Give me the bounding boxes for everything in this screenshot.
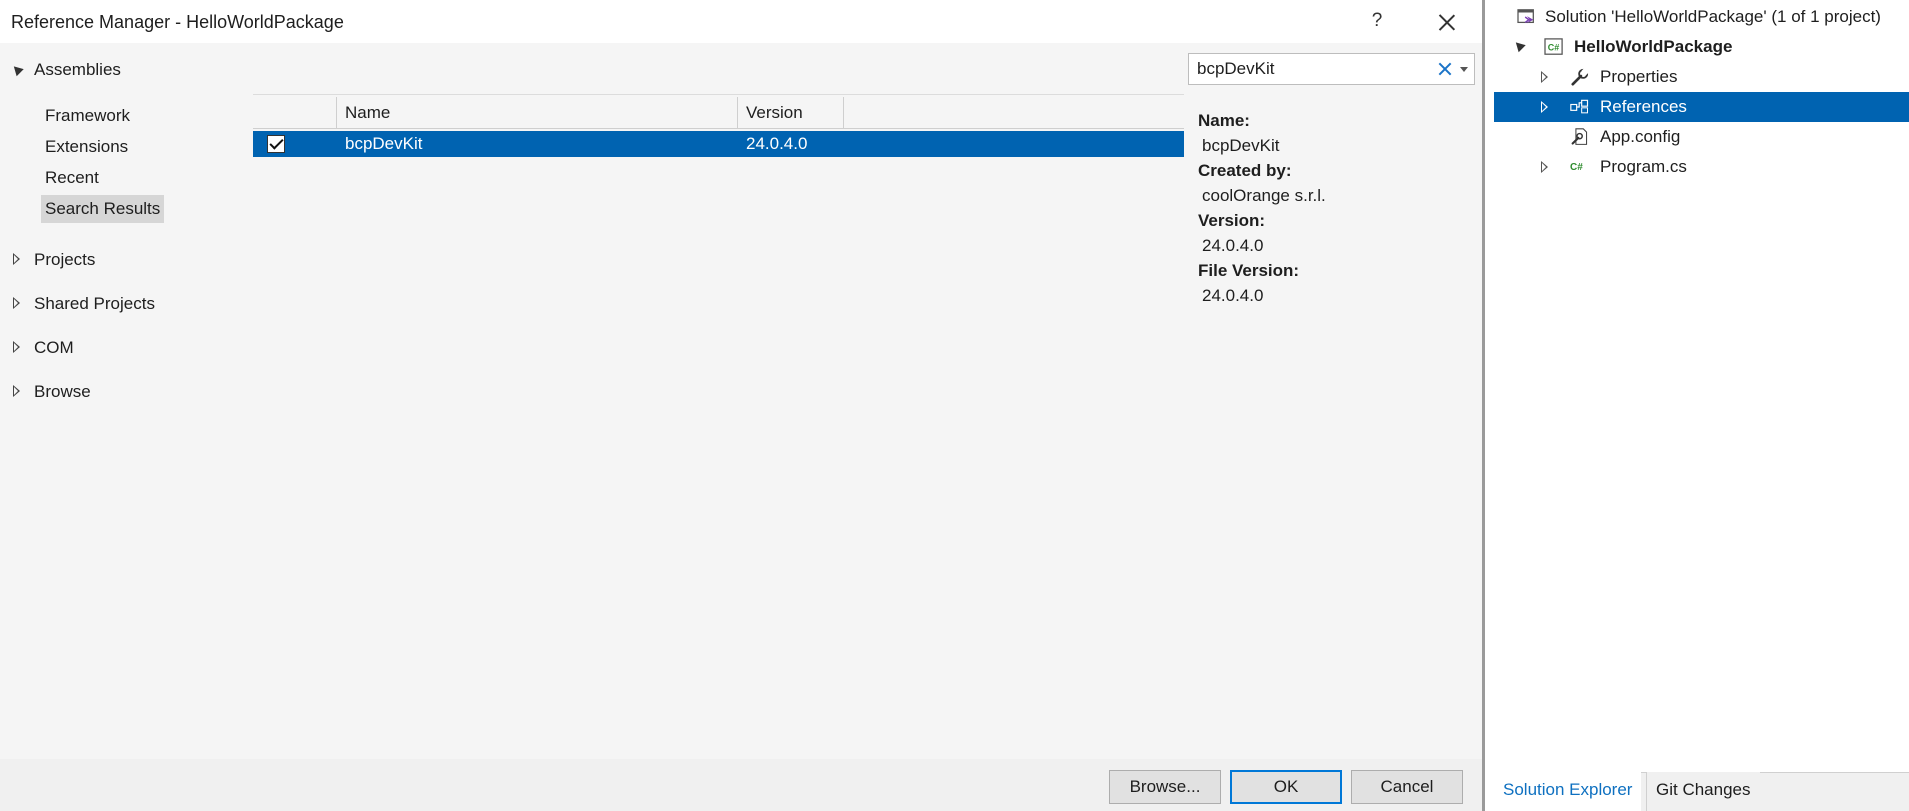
expanded-arrow-icon[interactable] bbox=[1512, 38, 1526, 53]
cancel-button[interactable]: Cancel bbox=[1351, 770, 1463, 804]
nav-item-recent[interactable]: Recent bbox=[41, 164, 103, 192]
row-name: bcpDevKit bbox=[345, 134, 423, 153]
detail-created-value: coolOrange s.r.l. bbox=[1202, 186, 1326, 205]
search-box[interactable] bbox=[1188, 53, 1475, 85]
nav-item-search-results[interactable]: Search Results bbox=[41, 195, 165, 223]
properties-label: Properties bbox=[1600, 67, 1678, 86]
references-label: References bbox=[1600, 97, 1687, 116]
config-file-icon bbox=[1571, 128, 1588, 145]
tree-item-project[interactable]: C# HelloWorldPackage bbox=[1494, 32, 1909, 62]
collapsed-arrow-icon[interactable] bbox=[13, 297, 20, 309]
dialog-title: Reference Manager - HelloWorldPackage bbox=[11, 12, 344, 32]
solution-label: Solution 'HelloWorldPackage' (1 of 1 pro… bbox=[1545, 7, 1881, 26]
table-row[interactable]: bcpDevKit 24.0.4.0 bbox=[253, 131, 1184, 157]
collapsed-arrow-icon[interactable] bbox=[13, 341, 20, 353]
project-label: HelloWorldPackage bbox=[1574, 37, 1733, 56]
chevron-down-icon[interactable] bbox=[1460, 67, 1468, 72]
collapsed-arrow-icon[interactable] bbox=[13, 253, 20, 265]
detail-file-version-value: 24.0.4.0 bbox=[1202, 286, 1264, 305]
dialog-titlebar: Reference Manager - HelloWorldPackage ? bbox=[0, 0, 1482, 43]
browse-button[interactable]: Browse... bbox=[1109, 770, 1221, 804]
column-header-version[interactable]: Version bbox=[738, 97, 844, 129]
solution-icon bbox=[1517, 9, 1534, 24]
program-cs-label: Program.cs bbox=[1600, 157, 1687, 176]
wrench-icon bbox=[1571, 68, 1590, 86]
collapsed-arrow-icon[interactable] bbox=[1541, 71, 1548, 83]
column-header-check[interactable] bbox=[253, 97, 337, 129]
tree-item-properties[interactable]: Properties bbox=[1494, 62, 1909, 92]
splitter-line bbox=[1482, 0, 1485, 811]
clear-icon[interactable] bbox=[1435, 59, 1455, 79]
nav-com-label: COM bbox=[34, 338, 74, 357]
nav-browse-label: Browse bbox=[34, 382, 91, 401]
row-version: 24.0.4.0 bbox=[746, 134, 808, 153]
nav-assemblies-label: Assemblies bbox=[34, 60, 121, 79]
reference-list[interactable]: Name Version bcpDevKit 24.0.4.0 bbox=[253, 94, 1184, 754]
app-config-label: App.config bbox=[1600, 127, 1681, 146]
row-checkbox[interactable] bbox=[267, 135, 285, 153]
nav-item-framework[interactable]: Framework bbox=[41, 102, 134, 130]
detail-file-version-label: File Version: bbox=[1198, 261, 1300, 280]
close-icon[interactable] bbox=[1430, 6, 1464, 36]
svg-text:C#: C# bbox=[1570, 162, 1583, 173]
ok-button[interactable]: OK bbox=[1230, 770, 1342, 804]
nav-shared-projects-label: Shared Projects bbox=[34, 294, 155, 313]
csharp-project-icon: C# bbox=[1544, 38, 1563, 55]
column-header-name[interactable]: Name bbox=[337, 97, 738, 129]
detail-name-value: bcpDevKit bbox=[1202, 136, 1280, 155]
tree-item-program-cs[interactable]: C# Program.cs bbox=[1494, 152, 1909, 182]
detail-name-label: Name: bbox=[1198, 111, 1250, 130]
tab-git-changes[interactable]: Git Changes bbox=[1646, 772, 1760, 811]
search-input[interactable] bbox=[1197, 58, 1417, 80]
nav-item-extensions[interactable]: Extensions bbox=[41, 133, 132, 161]
tab-solution-explorer[interactable]: Solution Explorer bbox=[1494, 772, 1642, 811]
tree-item-references[interactable]: References bbox=[1494, 92, 1909, 122]
collapsed-arrow-icon[interactable] bbox=[1541, 101, 1548, 113]
tree-item-solution[interactable]: Solution 'HelloWorldPackage' (1 of 1 pro… bbox=[1494, 2, 1909, 32]
tree-item-app-config[interactable]: App.config bbox=[1494, 122, 1909, 152]
nav-projects-label: Projects bbox=[34, 250, 96, 269]
collapsed-arrow-icon[interactable] bbox=[13, 385, 20, 397]
list-header: Name Version bbox=[253, 97, 1184, 129]
svg-text:C#: C# bbox=[1548, 43, 1560, 53]
detail-created-label: Created by: bbox=[1198, 161, 1292, 180]
detail-version-label: Version: bbox=[1198, 211, 1266, 230]
detail-version-value: 24.0.4.0 bbox=[1202, 236, 1264, 255]
collapsed-arrow-icon[interactable] bbox=[1541, 161, 1548, 173]
references-icon bbox=[1570, 99, 1589, 114]
csharp-file-icon: C# bbox=[1570, 162, 1583, 173]
help-button[interactable]: ? bbox=[1363, 6, 1391, 36]
